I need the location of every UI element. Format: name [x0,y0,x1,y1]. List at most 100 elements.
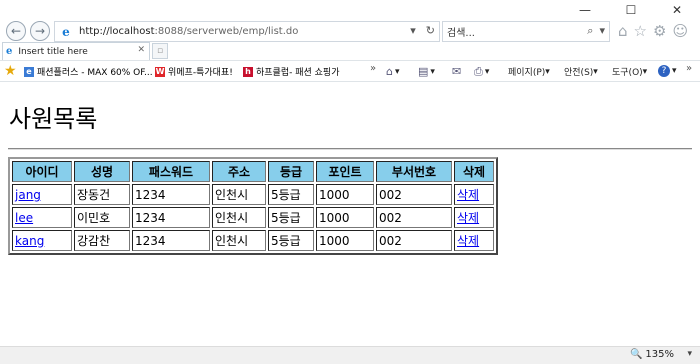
favorites-add-star-icon[interactable]: ★ [4,63,17,79]
address-bar[interactable]: e http://localhost:8088/serverweb/emp/li… [54,21,440,42]
zoom-icon: 🔍 [629,349,643,360]
commands-more-icon[interactable]: » [686,63,692,74]
favorites-more-icon[interactable]: » [370,63,376,74]
page-content: 사원목록 아이디 성명 패스워드 주소 등급 포인트 부서번호 삭제 jang … [0,84,700,346]
address-tools: ▾ ↻ [410,24,435,37]
forward-button[interactable]: → [30,21,50,41]
tab-ie-icon: e [6,46,13,57]
search-input[interactable]: 검색... [447,24,475,39]
tab-title: Insert title here [18,46,88,57]
url-path: :8088/serverweb/emp/list.do [154,26,299,37]
employee-id-link[interactable]: kang [15,234,44,248]
header-point: 포인트 [316,161,374,182]
cell-delete: 삭제 [454,184,494,205]
favorite-link-2[interactable]: W 위메프-특가대표! [155,65,233,78]
url-host: http://localhost [79,26,155,37]
delete-link[interactable]: 삭제 [457,188,479,202]
header-address: 주소 [212,161,266,182]
cell-password: 1234 [132,207,210,228]
favorite-link-1[interactable]: e 패션플러스 - MAX 60% OF... [24,65,153,78]
halfclub-icon: h [243,66,253,77]
feedback-smiley-icon[interactable]: ☺ [672,22,688,40]
cell-dept: 002 [376,207,452,228]
favorites-bar: ★ e 패션플러스 - MAX 60% OF... W 위메프-특가대표! h … [0,60,700,82]
favorite-label: 위메프-특가대표! [168,68,233,78]
address-dropdown-icon[interactable]: ▾ [410,24,416,37]
maximize-button[interactable]: ☐ [608,0,654,20]
fashionplus-icon: e [24,66,34,77]
cell-password: 1234 [132,184,210,205]
cell-point: 1000 [316,207,374,228]
header-delete: 삭제 [454,161,494,182]
cell-grade: 5등급 [268,230,314,251]
refresh-icon[interactable]: ↻ [426,24,435,37]
new-tab-button[interactable]: ▫ [152,43,168,59]
mail-command[interactable]: ✉ [452,65,463,78]
url-text[interactable]: http://localhost:8088/serverweb/emp/list… [79,26,298,37]
delete-link[interactable]: 삭제 [457,211,479,225]
page-title: 사원목록 [9,105,98,133]
table-row: lee 이민호 1234 인천시 5등급 1000 002 삭제 [12,207,494,228]
print-command[interactable]: ⎙ ▾ [474,65,489,79]
cell-id: lee [12,207,72,228]
header-name: 성명 [74,161,130,182]
zoom-control[interactable]: 🔍 135% [630,349,674,360]
tab-row: e Insert title here ✕ ▫ [0,42,700,60]
browser-icons: ⌂ ☆ ⚙ ☺ [618,22,688,40]
page-menu-label: 페이지(P) [508,68,546,78]
cell-address: 인천시 [212,207,266,228]
table-row: jang 장동건 1234 인천시 5등급 1000 002 삭제 [12,184,494,205]
zoom-level: 135% [645,349,674,360]
table-header-row: 아이디 성명 패스워드 주소 등급 포인트 부서번호 삭제 [12,161,494,182]
help-menu[interactable]: ? ▾ [658,65,677,77]
search-icon[interactable]: ⌕ [587,24,593,38]
home-icon[interactable]: ⌂ [618,22,628,40]
header-password: 패스워드 [132,161,210,182]
browser-chrome: — ☐ ✕ ← → e http://localhost:8088/server… [0,0,700,84]
cell-address: 인천시 [212,184,266,205]
safety-menu[interactable]: 안전(S) ▾ [564,65,598,79]
header-grade: 등급 [268,161,314,182]
favorites-star-icon[interactable]: ☆ [634,22,647,40]
minimize-button[interactable]: — [562,0,608,20]
table-row: kang 강감찬 1234 인천시 5등급 1000 002 삭제 [12,230,494,251]
cell-id: kang [12,230,72,251]
search-tools: ⌕ ▾ [587,24,605,38]
help-icon: ? [658,65,670,77]
employee-table: 아이디 성명 패스워드 주소 등급 포인트 부서번호 삭제 jang 장동건 1… [8,157,498,255]
back-button[interactable]: ← [6,21,26,41]
favorite-link-3[interactable]: h 하프클럽- 패션 쇼핑가 [243,65,340,78]
page-menu[interactable]: 페이지(P) ▾ [508,65,550,79]
zoom-dropdown-icon[interactable]: ▾ [687,349,692,359]
header-dept: 부서번호 [376,161,452,182]
home-command[interactable]: ⌂ ▾ [386,65,400,78]
favorite-label: 패션플러스 - MAX 60% OF... [37,68,153,78]
print-icon: ⎙ [474,65,483,78]
tab-close-icon[interactable]: ✕ [137,45,145,55]
mail-icon: ✉ [452,65,462,78]
tab-active[interactable]: e Insert title here ✕ [2,42,150,60]
close-window-button[interactable]: ✕ [654,0,700,20]
employee-id-link[interactable]: jang [15,188,41,202]
window-controls: — ☐ ✕ [562,0,700,20]
cell-delete: 삭제 [454,230,494,251]
settings-gear-icon[interactable]: ⚙ [653,22,666,40]
cell-dept: 002 [376,184,452,205]
cell-name: 장동건 [74,184,130,205]
cell-password: 1234 [132,230,210,251]
feeds-command[interactable]: ▤ ▾ [418,65,435,78]
employee-id-link[interactable]: lee [15,211,33,225]
header-id: 아이디 [12,161,72,182]
delete-link[interactable]: 삭제 [457,234,479,248]
favorite-label: 하프클럽- 패션 쇼핑가 [256,68,340,78]
ie-page-icon: e [62,24,70,39]
search-dropdown-icon[interactable]: ▾ [599,24,605,38]
navigation-bar: ← → e http://localhost:8088/serverweb/em… [0,19,700,43]
safety-menu-label: 안전(S) [564,68,594,78]
cell-delete: 삭제 [454,207,494,228]
cell-grade: 5등급 [268,207,314,228]
cell-grade: 5등급 [268,184,314,205]
cell-point: 1000 [316,230,374,251]
search-box[interactable]: 검색... ⌕ ▾ [442,21,610,42]
tools-menu[interactable]: 도구(O) ▾ [612,65,647,79]
